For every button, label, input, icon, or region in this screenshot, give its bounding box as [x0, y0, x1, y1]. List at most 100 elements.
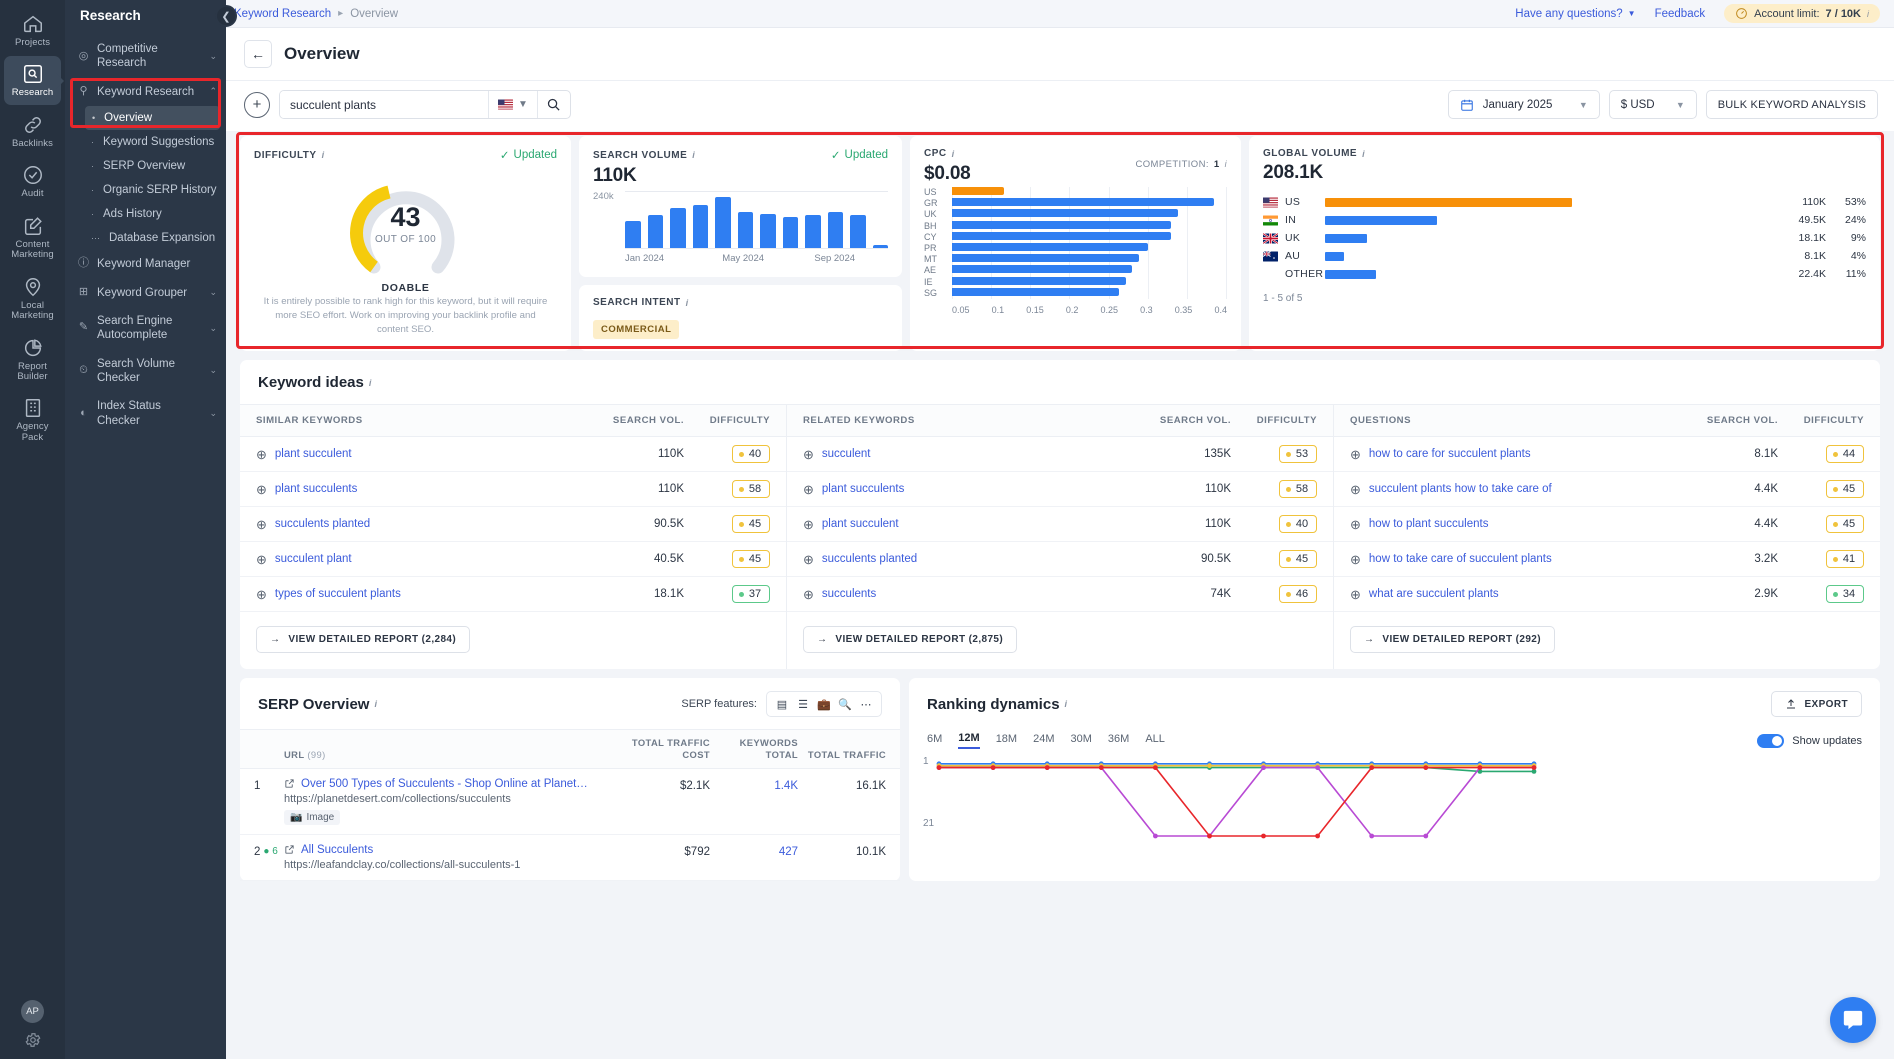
add-keyword-icon[interactable]: ⊕	[1350, 553, 1361, 566]
country-select[interactable]: ▼	[488, 91, 537, 118]
nav-subitem-organic-serp-history[interactable]: · Organic SERP History	[65, 178, 226, 202]
keyword-cell[interactable]: ⊕ succulents	[803, 588, 1145, 601]
have-questions-link[interactable]: Have any questions? ▼	[1515, 8, 1635, 20]
keyword-cell[interactable]: ⊕ types of succulent plants	[256, 588, 598, 601]
col-header-search-volume[interactable]: SEARCH VOL.	[1692, 415, 1778, 426]
feedback-link[interactable]: Feedback	[1655, 8, 1706, 20]
avatar[interactable]: AP	[21, 1000, 44, 1023]
serp-page-title[interactable]: Over 500 Types of Succulents - Shop Onli…	[284, 778, 622, 790]
search-button[interactable]	[536, 91, 570, 118]
account-limit-badge[interactable]: Account limit: 7 / 10K i	[1724, 4, 1880, 23]
range-all[interactable]: ALL	[1145, 733, 1165, 748]
range-18m[interactable]: 18M	[996, 733, 1017, 748]
serp-page-title[interactable]: All Succulents	[284, 844, 622, 856]
range-30m[interactable]: 30M	[1071, 733, 1092, 748]
info-icon[interactable]: i	[686, 298, 689, 308]
nav-item-keyword-grouper[interactable]: ⊞ Keyword Grouper ⌄	[65, 279, 226, 307]
gear-icon[interactable]	[24, 1031, 42, 1049]
columns-layout-icon[interactable]: ▤	[773, 695, 791, 713]
range-6m[interactable]: 6M	[927, 733, 942, 748]
col-header-search-volume[interactable]: SEARCH VOL.	[598, 415, 684, 426]
rail-item-agency-pack[interactable]: Agency Pack	[4, 390, 61, 449]
serp-page-url[interactable]: https://leafandclay.co/collections/all-s…	[284, 859, 622, 871]
col-header-difficulty[interactable]: DIFFICULTY	[1231, 415, 1317, 426]
add-keyword-icon[interactable]: ⊕	[803, 483, 814, 496]
info-icon[interactable]: i	[1065, 699, 1068, 709]
view-detailed-report-button[interactable]: → VIEW DETAILED REPORT (292)	[1350, 626, 1555, 653]
col-header-difficulty[interactable]: DIFFICULTY	[1778, 415, 1864, 426]
nav-subitem-serp-overview[interactable]: · SERP Overview	[65, 154, 226, 178]
range-36m[interactable]: 36M	[1108, 733, 1129, 748]
nav-subitem-overview[interactable]: • Overview	[85, 106, 220, 131]
add-keyword-icon[interactable]: ⊕	[803, 518, 814, 531]
add-keyword-icon[interactable]: ⊕	[1350, 518, 1361, 531]
info-icon[interactable]: i	[1362, 149, 1365, 159]
keyword-cell[interactable]: ⊕ how to plant succulents	[1350, 518, 1692, 531]
keyword-cell[interactable]: ⊕ succulents planted	[256, 518, 598, 531]
back-button[interactable]: ←	[244, 40, 272, 68]
add-keyword-icon[interactable]: ⊕	[256, 518, 267, 531]
more-options-icon[interactable]: ⋯	[857, 695, 875, 713]
col-header-keyword[interactable]: QUESTIONS	[1350, 415, 1692, 426]
currency-select[interactable]: $ USD ▼	[1608, 90, 1697, 119]
info-icon[interactable]: i	[1867, 9, 1869, 19]
nav-item-index-status-checker[interactable]: ◐ Index Status Checker ⌄	[65, 392, 226, 435]
add-keyword-icon[interactable]: ⊕	[803, 588, 814, 601]
keyword-cell[interactable]: ⊕ plant succulents	[803, 483, 1145, 496]
serp-keywords-total-cell[interactable]: 1.4K	[710, 778, 798, 792]
keyword-cell[interactable]: ⊕ what are succulent plants	[1350, 588, 1692, 601]
add-keyword-icon[interactable]: ⊕	[803, 448, 814, 461]
nav-item-search-volume-checker[interactable]: ⏲ Search Volume Checker ⌄	[65, 350, 226, 393]
bulk-keyword-analysis-button[interactable]: BULK KEYWORD ANALYSIS	[1705, 90, 1878, 119]
rail-item-content-marketing[interactable]: Content Marketing	[4, 208, 61, 267]
nav-item-keyword-manager[interactable]: ⓘ Keyword Manager	[65, 250, 226, 278]
shopping-bag-icon[interactable]: 💼	[815, 695, 833, 713]
info-icon[interactable]: i	[322, 150, 325, 160]
add-keyword-icon[interactable]: ⊕	[803, 553, 814, 566]
serp-page-url[interactable]: https://planetdesert.com/collections/suc…	[284, 793, 622, 805]
date-select[interactable]: January 2025 ▼	[1447, 90, 1600, 119]
view-detailed-report-button[interactable]: → VIEW DETAILED REPORT (2,875)	[803, 626, 1018, 653]
add-keyword-icon[interactable]: ⊕	[256, 588, 267, 601]
keyword-cell[interactable]: ⊕ plant succulent	[256, 448, 598, 461]
keyword-cell[interactable]: ⊕ succulent plant	[256, 553, 598, 566]
keyword-cell[interactable]: ⊕ succulents planted	[803, 553, 1145, 566]
show-updates-toggle[interactable]: Show updates	[1757, 733, 1862, 748]
rail-item-research[interactable]: Research	[4, 56, 61, 105]
keyword-cell[interactable]: ⊕ how to care for succulent plants	[1350, 448, 1692, 461]
rail-item-backlinks[interactable]: Backlinks	[4, 107, 61, 155]
breadcrumb-parent[interactable]: Keyword Research	[234, 8, 331, 20]
add-keyword-icon[interactable]: ⊕	[256, 483, 267, 496]
col-header-keyword[interactable]: SIMILAR KEYWORDS	[256, 415, 598, 426]
keyword-cell[interactable]: ⊕ succulent plants how to take care of	[1350, 483, 1692, 496]
serp-keywords-total-cell[interactable]: 427	[710, 844, 798, 858]
keyword-cell[interactable]: ⊕ succulent	[803, 448, 1145, 461]
keyword-cell[interactable]: ⊕ plant succulent	[803, 518, 1145, 531]
view-detailed-report-button[interactable]: → VIEW DETAILED REPORT (2,284)	[256, 626, 471, 653]
keyword-cell[interactable]: ⊕ how to take care of succulent plants	[1350, 553, 1692, 566]
list-layout-icon[interactable]: ☰	[794, 695, 812, 713]
add-keyword-icon[interactable]: ⊕	[256, 448, 267, 461]
col-header-search-volume[interactable]: SEARCH VOL.	[1145, 415, 1231, 426]
add-keyword-button[interactable]: +	[244, 91, 270, 118]
range-12m[interactable]: 12M	[958, 732, 980, 749]
nav-subitem-ads-history[interactable]: · Ads History	[65, 202, 226, 226]
info-icon[interactable]: i	[692, 150, 695, 160]
nav-item-competitive-research[interactable]: ◎ Competitive Research ⌄	[65, 35, 226, 78]
rail-item-audit[interactable]: Audit	[4, 157, 61, 205]
rail-item-local-marketing[interactable]: Local Marketing	[4, 269, 61, 328]
chat-button[interactable]	[1830, 997, 1876, 1043]
nav-item-search-engine-autocomplete[interactable]: ✎ Search Engine Autocomplete ⌄	[65, 307, 226, 350]
add-keyword-icon[interactable]: ⊕	[1350, 483, 1361, 496]
nav-subitem-database-expansion[interactable]: ⋯ Database Expansion	[65, 226, 226, 250]
export-button[interactable]: EXPORT	[1771, 691, 1862, 717]
col-header-keyword[interactable]: RELATED KEYWORDS	[803, 415, 1145, 426]
rail-item-projects[interactable]: Projects	[4, 6, 61, 54]
range-24m[interactable]: 24M	[1033, 733, 1054, 748]
add-keyword-icon[interactable]: ⊕	[256, 553, 267, 566]
add-keyword-icon[interactable]: ⊕	[1350, 448, 1361, 461]
col-header-difficulty[interactable]: DIFFICULTY	[684, 415, 770, 426]
search-input[interactable]	[280, 91, 488, 118]
info-icon[interactable]: i	[374, 699, 377, 709]
toggle-switch[interactable]	[1757, 733, 1785, 748]
